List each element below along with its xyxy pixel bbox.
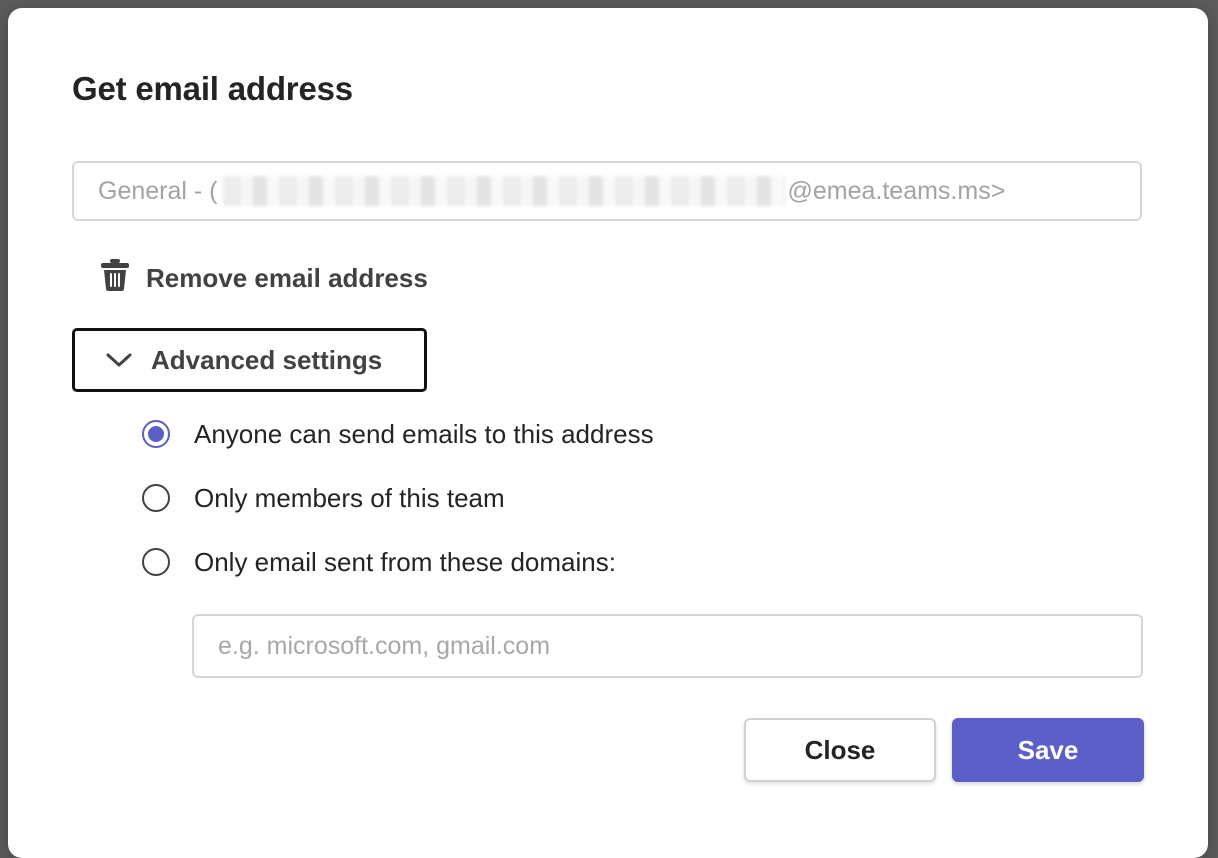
radio-button[interactable] — [142, 548, 170, 576]
advanced-settings-label: Advanced settings — [151, 344, 383, 375]
radio-anyone[interactable]: Anyone can send emails to this address — [142, 414, 654, 454]
email-suffix: @emea.teams.ms> — [787, 176, 1006, 205]
domains-input[interactable] — [192, 614, 1143, 678]
remove-email-button[interactable]: Remove email address — [100, 258, 428, 298]
email-address-field[interactable]: General - ( @emea.teams.ms> — [72, 161, 1142, 221]
trash-icon — [100, 258, 130, 299]
save-button[interactable]: Save — [952, 718, 1144, 782]
radio-domains-label: Only email sent from these domains: — [194, 546, 616, 577]
radio-anyone-label: Anyone can send emails to this address — [194, 418, 654, 449]
redacted-email-segment — [223, 176, 786, 206]
radio-team-members[interactable]: Only members of this team — [142, 478, 505, 518]
radio-button[interactable] — [142, 484, 170, 512]
email-prefix: General - ( — [98, 176, 218, 205]
get-email-dialog: Get email address General - ( @emea.team… — [8, 8, 1208, 858]
radio-domains[interactable]: Only email sent from these domains: — [142, 542, 616, 582]
radio-team-members-label: Only members of this team — [194, 482, 505, 513]
dialog-title: Get email address — [72, 70, 353, 107]
close-button[interactable]: Close — [744, 718, 936, 782]
advanced-settings-toggle[interactable]: Advanced settings — [72, 328, 427, 392]
remove-email-label: Remove email address — [146, 262, 428, 293]
radio-button-checked[interactable] — [142, 420, 170, 448]
chevron-down-icon — [105, 345, 133, 376]
